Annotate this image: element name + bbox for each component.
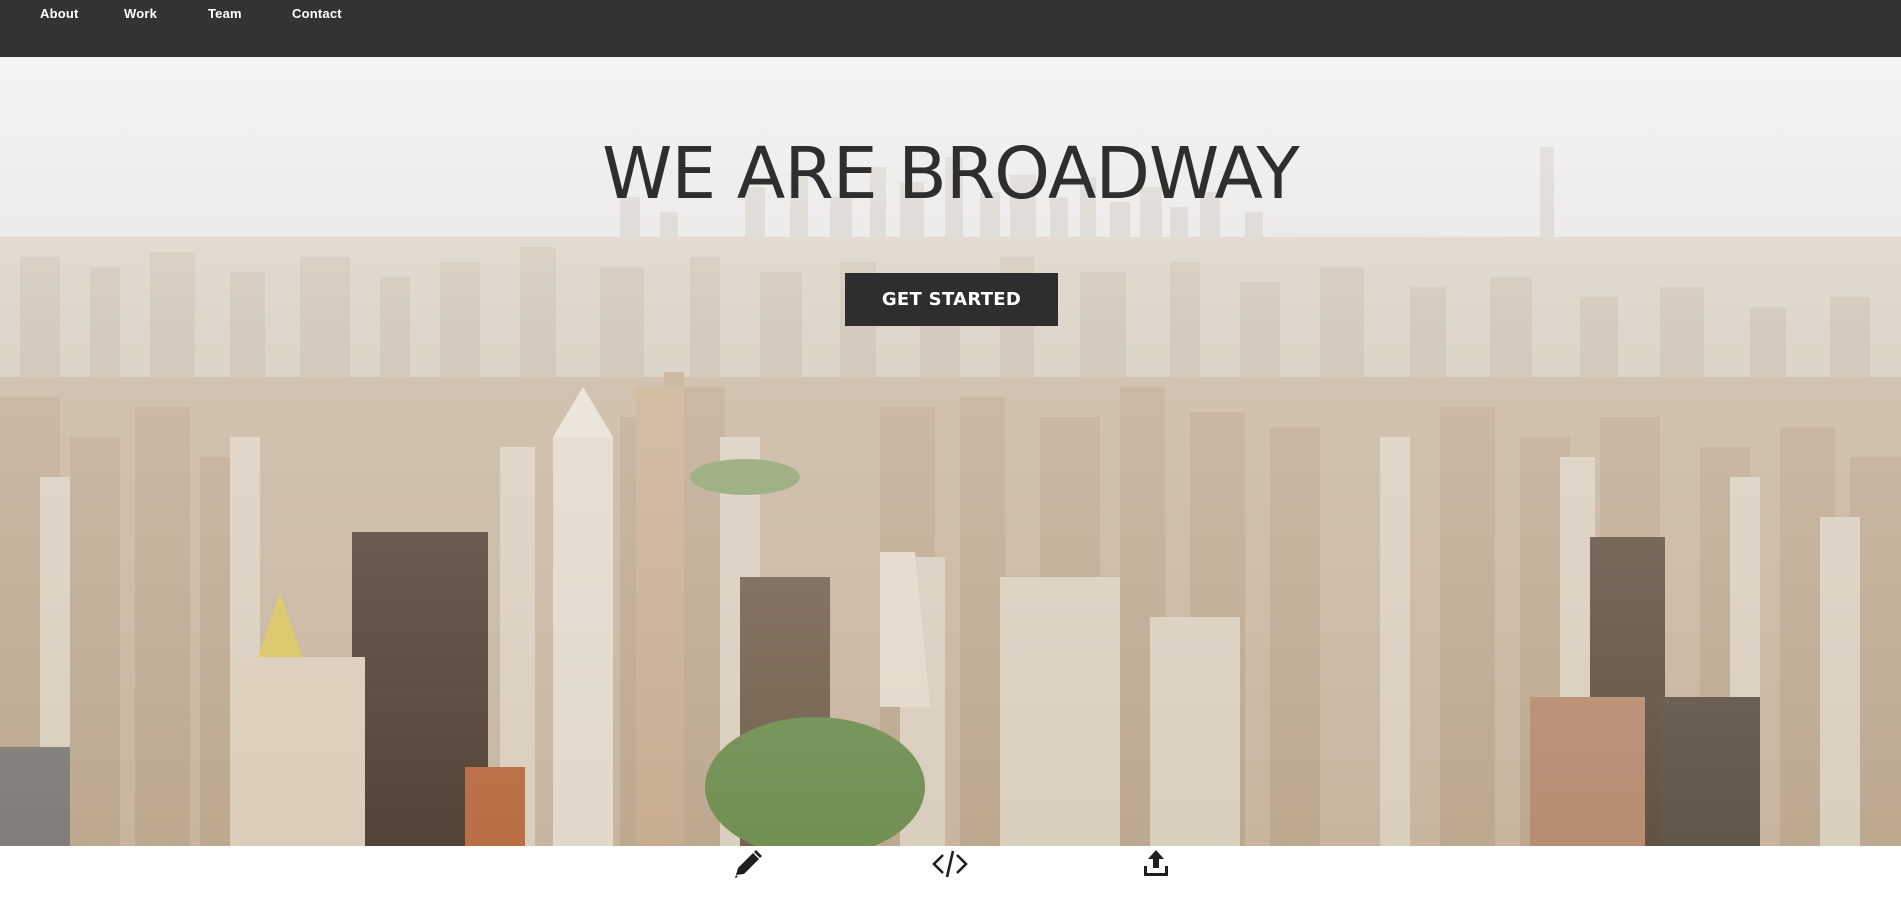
nav-link-team[interactable]: Team: [208, 6, 242, 21]
pencil-icon-glyph: [735, 850, 762, 878]
top-navbar: About Work Team Contact: [0, 0, 1901, 57]
code-icon: [930, 846, 970, 882]
nav-link-contact[interactable]: Contact: [292, 6, 342, 21]
upload-icon: [1136, 846, 1176, 882]
nav-link-work[interactable]: Work: [124, 6, 157, 21]
code-icon-glyph: [932, 850, 968, 878]
hero-section: WE ARE BROADWAY GET STARTED: [0, 57, 1901, 846]
pencil-icon: [728, 846, 768, 882]
get-started-button[interactable]: GET STARTED: [845, 273, 1058, 326]
hero-title: WE ARE BROADWAY: [602, 132, 1300, 215]
nav-link-about[interactable]: About: [40, 6, 79, 21]
features-row: [0, 846, 1901, 900]
upload-icon-glyph: [1144, 850, 1168, 876]
